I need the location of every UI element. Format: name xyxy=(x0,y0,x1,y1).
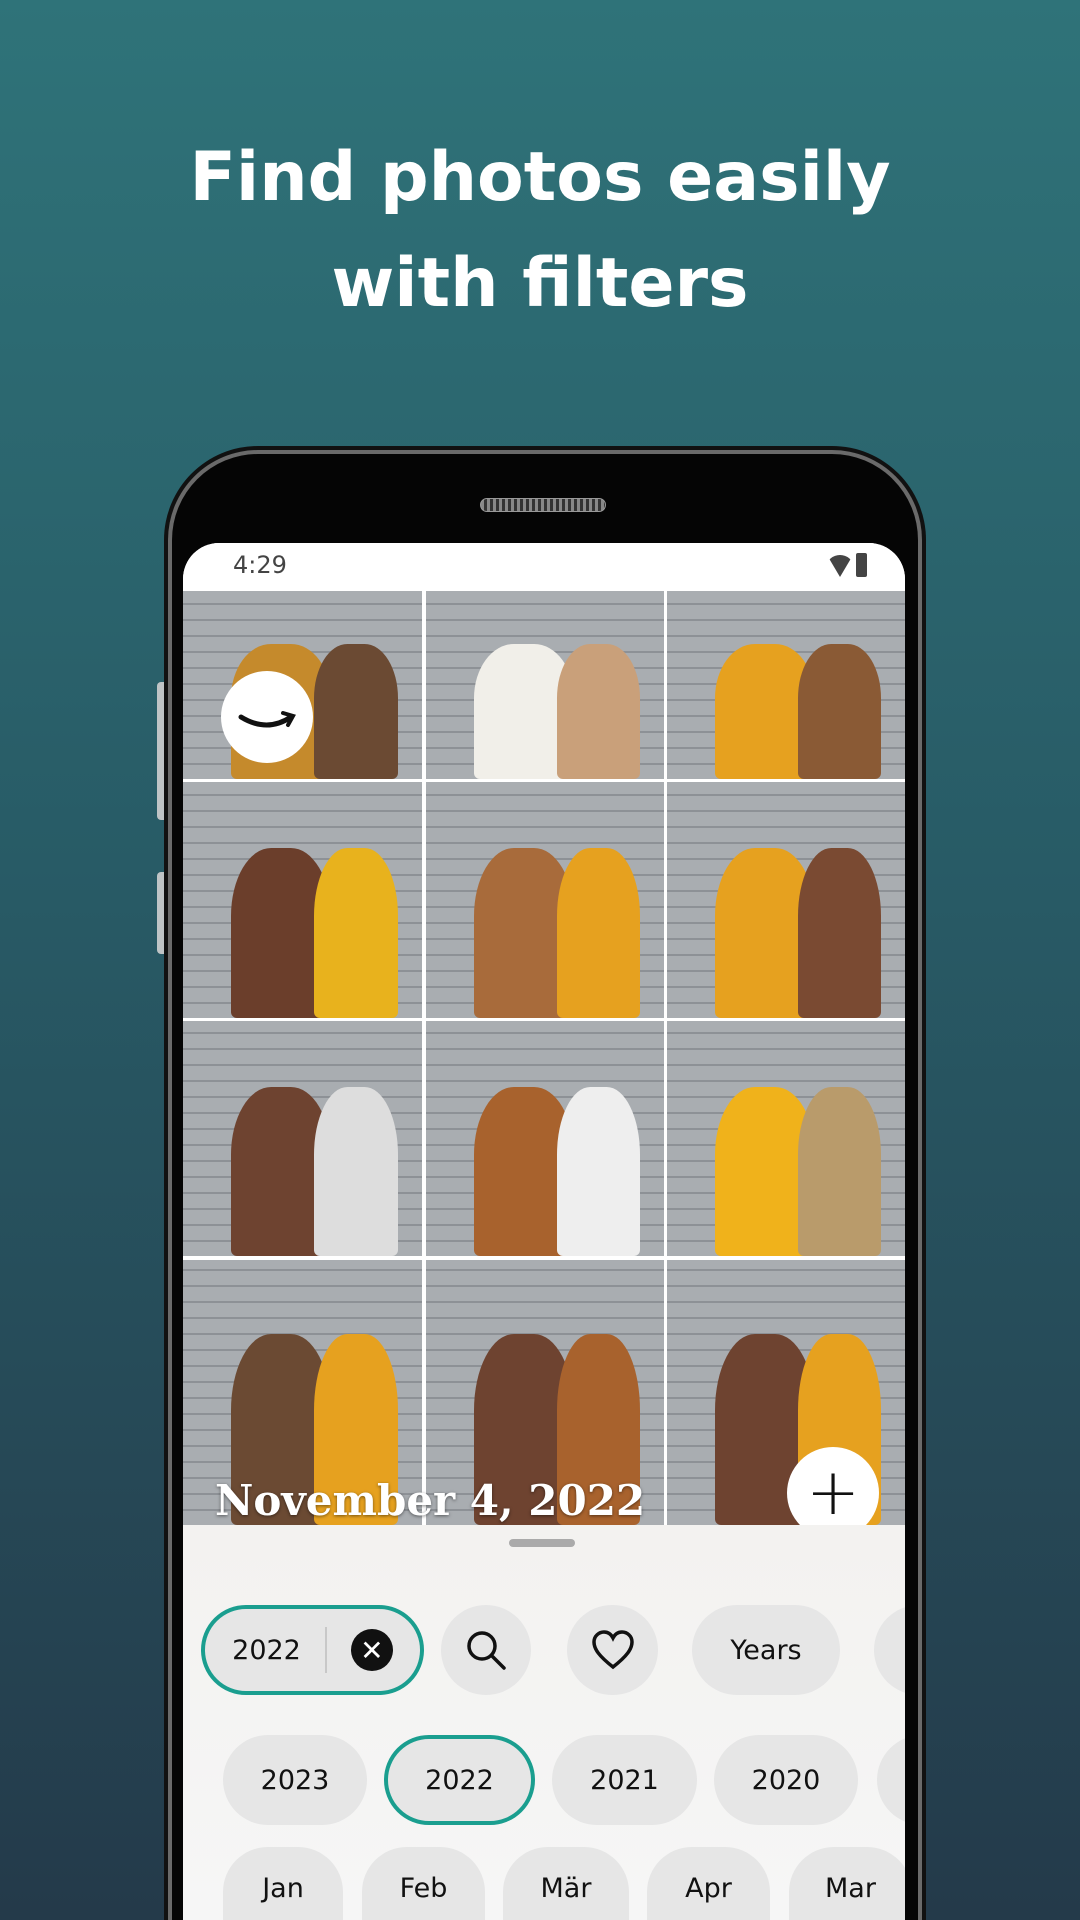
wifi-icon xyxy=(827,555,853,577)
phone-screen: 4:29 November 4, 2022 + 2022 ✕ Years 202… xyxy=(183,543,905,1920)
month-label: Mär xyxy=(540,1873,592,1904)
date-label: November 4, 2022 xyxy=(215,1476,646,1525)
month-chip[interactable]: Feb xyxy=(362,1847,485,1920)
photo-thumbnail[interactable] xyxy=(667,1021,905,1256)
month-chip[interactable]: Apr xyxy=(647,1847,770,1920)
photo-thumbnail[interactable] xyxy=(667,782,905,1018)
headline-line-1: Find photos easily xyxy=(189,138,891,217)
photo-grid: November 4, 2022 + xyxy=(183,591,905,1539)
year-label: 2021 xyxy=(590,1764,659,1796)
photo-subject xyxy=(314,1086,399,1256)
heart-icon xyxy=(591,1630,634,1670)
favorites-button[interactable] xyxy=(567,1605,658,1695)
years-filter-chip[interactable]: Years xyxy=(692,1605,840,1695)
year-label: 2022 xyxy=(425,1764,494,1796)
photo-subject xyxy=(797,848,882,1018)
speaker-grille xyxy=(480,498,606,512)
photo-thumbnail[interactable] xyxy=(426,1021,664,1256)
divider xyxy=(324,1627,327,1673)
headline-line-2: with filters xyxy=(331,244,749,323)
photo-subject xyxy=(556,1086,641,1256)
month-chip[interactable]: Jan xyxy=(223,1847,343,1920)
battery-icon xyxy=(856,553,867,577)
active-filter-label: 2022 xyxy=(232,1634,301,1666)
year-chip[interactable]: 2022 xyxy=(384,1735,535,1825)
photo-thumbnail[interactable] xyxy=(183,1021,422,1256)
photo-subject xyxy=(797,1086,882,1256)
sheet-drag-handle[interactable] xyxy=(509,1539,575,1547)
year-label: 2023 xyxy=(260,1764,330,1796)
more-filter-chip[interactable] xyxy=(874,1605,905,1695)
close-circle-icon[interactable]: ✕ xyxy=(350,1629,393,1671)
photo-thumbnail[interactable] xyxy=(667,591,905,779)
filter-sheet: 2022 ✕ Years 2023 2022 2021 2020 Jan Feb Mär A… xyxy=(183,1525,905,1920)
month-label: Jan xyxy=(262,1873,304,1904)
years-label: Years xyxy=(730,1634,802,1666)
amazon-logo xyxy=(221,671,313,763)
plus-icon: + xyxy=(806,1456,860,1530)
photo-subject xyxy=(314,848,399,1018)
year-label: 2020 xyxy=(751,1764,821,1796)
status-time: 4:29 xyxy=(233,551,287,579)
active-filter-chip[interactable]: 2022 ✕ xyxy=(201,1605,424,1695)
year-chip[interactable]: 2021 xyxy=(552,1735,697,1825)
month-chip[interactable]: Mär xyxy=(503,1847,629,1920)
status-bar: 4:29 xyxy=(183,543,905,591)
photo-subject xyxy=(797,643,882,779)
search-icon xyxy=(467,1631,506,1670)
year-chip[interactable]: 2023 xyxy=(223,1735,367,1825)
photo-subject xyxy=(556,643,641,779)
year-chip[interactable]: 2020 xyxy=(714,1735,858,1825)
search-button[interactable] xyxy=(441,1605,531,1695)
photo-thumbnail[interactable] xyxy=(183,782,422,1018)
photo-subject xyxy=(314,643,399,779)
month-chip[interactable]: Mar xyxy=(789,1847,905,1920)
year-chip-more[interactable] xyxy=(877,1735,905,1825)
month-label: Feb xyxy=(399,1873,448,1904)
month-label: Apr xyxy=(685,1873,732,1904)
photo-thumbnail[interactable] xyxy=(426,782,664,1018)
photo-thumbnail[interactable] xyxy=(426,591,664,779)
headline: Find photos easily with filters xyxy=(0,125,1080,337)
photo-subject xyxy=(556,848,641,1018)
month-label: Mar xyxy=(825,1873,876,1904)
